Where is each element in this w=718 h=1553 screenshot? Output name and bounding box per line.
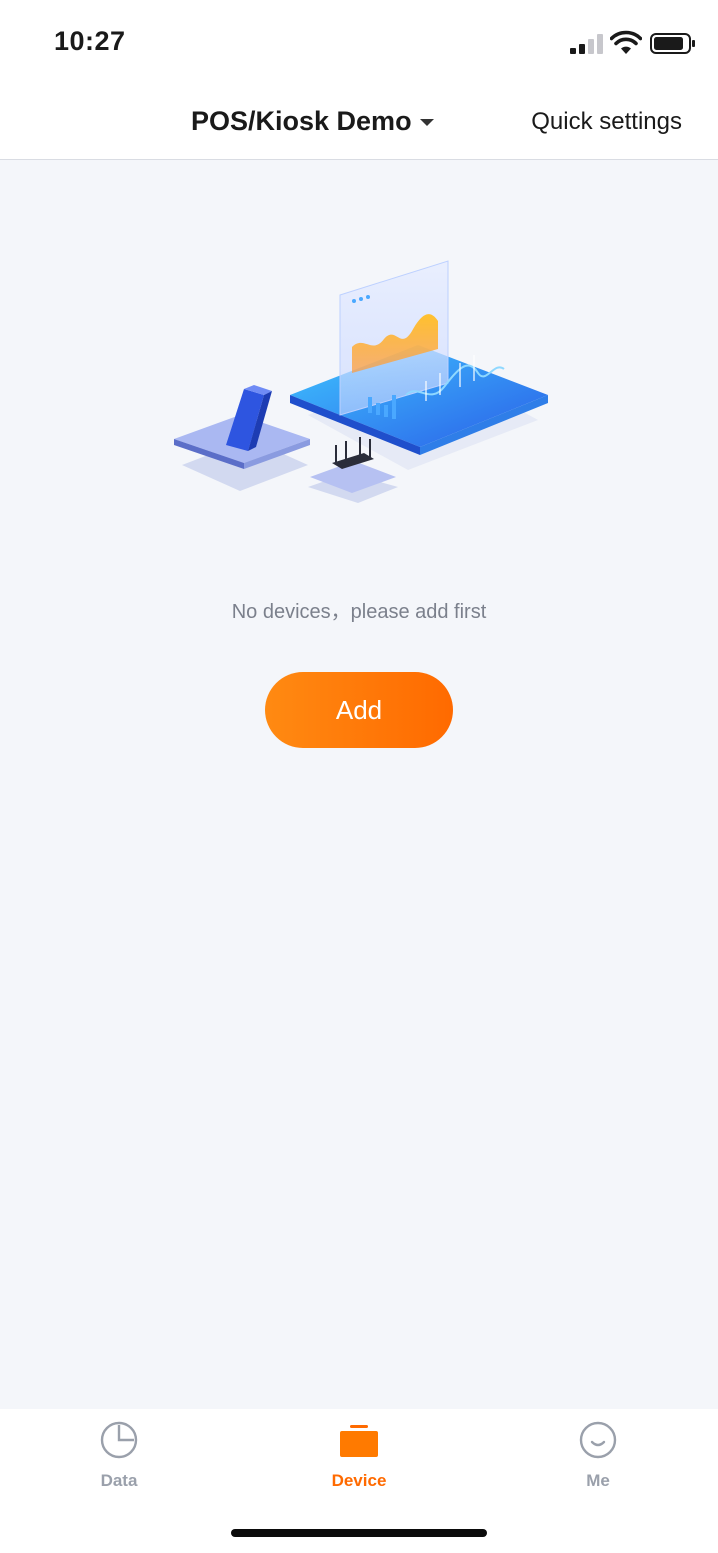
caret-down-icon (419, 119, 434, 126)
tab-device-label: Device (331, 1471, 387, 1490)
store-selector[interactable]: POS/Kiosk Demo (191, 106, 434, 137)
tab-data-label: Data (100, 1471, 138, 1490)
home-indicator[interactable] (231, 1529, 487, 1537)
battery-icon (650, 33, 695, 54)
quick-settings-button[interactable]: Quick settings (531, 108, 682, 136)
tab-me-label: Me (586, 1471, 610, 1490)
nav-bar: POS/Kiosk Demo Quick settings (0, 88, 718, 160)
tab-device[interactable]: Device (299, 1409, 419, 1509)
smiley-icon (579, 1421, 617, 1459)
main-content: No devices，please add first Add (0, 161, 718, 1409)
status-time: 10:27 (54, 26, 126, 56)
tab-me[interactable]: Me (538, 1409, 658, 1509)
wifi-icon (610, 30, 642, 54)
device-box-icon (340, 1425, 378, 1457)
signal-icon (570, 34, 604, 54)
pie-chart-icon (100, 1421, 138, 1459)
devices-illustration (174, 260, 548, 503)
add-device-button[interactable]: Add (265, 672, 453, 748)
status-bar: 10:27 (0, 0, 718, 88)
empty-state-message: No devices，please add first (231, 601, 487, 623)
page-title: POS/Kiosk Demo (191, 106, 412, 136)
tab-data[interactable]: Data (59, 1409, 179, 1509)
